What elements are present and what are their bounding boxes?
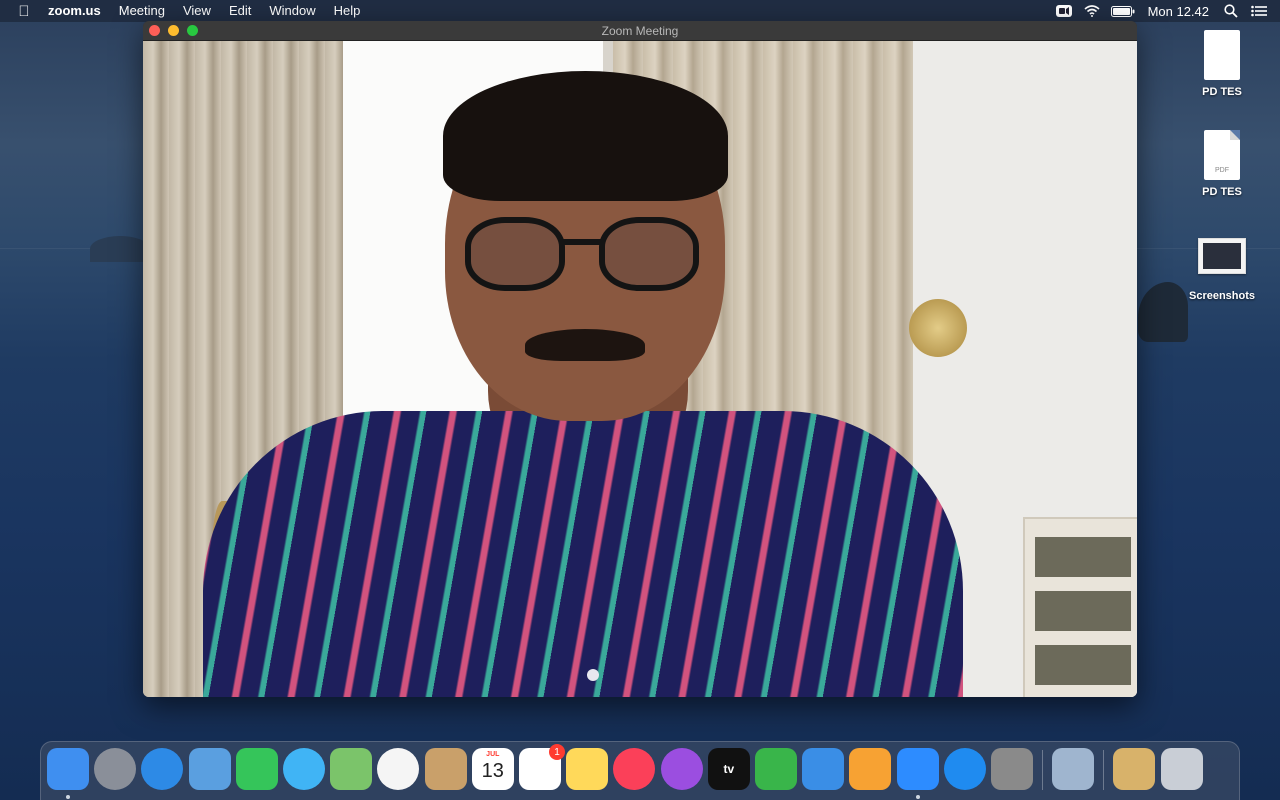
- dock-maps-icon[interactable]: [330, 748, 373, 790]
- desktop-folder-screenshots[interactable]: Screenshots: [1182, 238, 1262, 302]
- menu-bar:  zoom.us Meeting View Edit Window Help …: [0, 0, 1280, 22]
- dock-podcasts-icon[interactable]: [660, 748, 703, 790]
- menu-clock[interactable]: Mon 12.42: [1140, 4, 1217, 19]
- window-title: Zoom Meeting: [601, 23, 679, 38]
- screenshots-folder-icon: [1198, 238, 1246, 274]
- fullscreen-window-button[interactable]: [187, 25, 198, 36]
- zoom-meeting-window[interactable]: Zoom Meeting: [143, 21, 1137, 697]
- dock-keynote-icon[interactable]: [802, 748, 845, 790]
- notification-badge: 1: [549, 744, 565, 760]
- dock-safari-icon[interactable]: [141, 748, 184, 790]
- desktop-folder-label: Screenshots: [1188, 290, 1256, 302]
- menu-help[interactable]: Help: [325, 0, 370, 22]
- dock: JUL 13 1 tv: [40, 741, 1240, 800]
- video-cabinet: [1023, 517, 1137, 697]
- dock-photos-icon[interactable]: [377, 748, 420, 790]
- minimize-window-button[interactable]: [168, 25, 179, 36]
- dock-trash-icon[interactable]: [1160, 748, 1203, 790]
- close-window-button[interactable]: [149, 25, 160, 36]
- dock-zoom-icon[interactable]: [896, 748, 939, 790]
- running-indicator: [915, 795, 920, 799]
- dock-calendar-icon[interactable]: JUL 13: [471, 748, 514, 790]
- calendar-month: JUL: [486, 751, 500, 758]
- desktop-file-label: PD TES: [1202, 186, 1242, 198]
- dock-launchpad-icon[interactable]: [94, 748, 137, 790]
- video-curtain-knob: [909, 299, 967, 357]
- video-person-shirt: [203, 411, 963, 697]
- dock-finder-icon[interactable]: [47, 748, 89, 790]
- battery-icon[interactable]: [1109, 0, 1137, 22]
- dock-mail-icon[interactable]: [188, 748, 231, 790]
- document-icon: [1204, 30, 1240, 80]
- pdf-tag: PDF: [1215, 167, 1229, 174]
- menu-app-name[interactable]: zoom.us: [48, 0, 110, 22]
- dock-app-store-icon[interactable]: [943, 748, 986, 790]
- window-titlebar[interactable]: Zoom Meeting: [143, 21, 1137, 41]
- apple-menu-icon[interactable]: : [0, 3, 48, 20]
- search-icon[interactable]: [1220, 0, 1242, 22]
- desktop-file-label: PD TES: [1202, 86, 1242, 98]
- running-indicator: [66, 795, 70, 799]
- video-shirt-button: [587, 669, 599, 681]
- zoom-status-icon[interactable]: [1053, 0, 1075, 22]
- dock-messages-icon[interactable]: [283, 748, 325, 790]
- dock-separator: [1042, 750, 1044, 790]
- menu-meeting[interactable]: Meeting: [110, 0, 174, 22]
- dock-numbers-icon[interactable]: [755, 748, 797, 790]
- desktop-file-pd-tes-pdf[interactable]: PDF PD TES: [1182, 130, 1262, 198]
- desktop-file-pd-tes-doc[interactable]: PD TES: [1182, 30, 1262, 98]
- dock-notes-icon[interactable]: [566, 748, 609, 790]
- apple-tv-label: tv: [723, 762, 735, 776]
- wifi-icon[interactable]: [1081, 0, 1103, 22]
- pdf-file-icon: PDF: [1204, 130, 1240, 180]
- dock-facetime-icon[interactable]: [235, 748, 278, 790]
- video-person-glasses: [465, 217, 701, 295]
- dock-preview-icon[interactable]: [1052, 748, 1095, 790]
- menu-window[interactable]: Window: [260, 0, 324, 22]
- menu-status-area: Mon 12.42: [1050, 0, 1280, 22]
- dock-music-icon[interactable]: [613, 748, 656, 790]
- dock-apple-tv-icon[interactable]: tv: [707, 748, 750, 790]
- dock-archive-utility-icon[interactable]: [1113, 748, 1156, 790]
- menu-view[interactable]: View: [174, 0, 220, 22]
- dock-system-preferences-icon[interactable]: [991, 748, 1033, 790]
- desktop-hill-left: [90, 236, 150, 262]
- calendar-day: 13: [481, 760, 504, 782]
- dock-reminders-icon[interactable]: 1: [519, 744, 565, 790]
- dock-contacts-icon[interactable]: [424, 748, 467, 790]
- desktop-rock-right: [1138, 282, 1188, 342]
- dock-pages-icon[interactable]: [849, 748, 892, 790]
- video-person-hair: [443, 71, 728, 201]
- participant-video[interactable]: [143, 41, 1137, 697]
- menu-edit[interactable]: Edit: [220, 0, 260, 22]
- video-person-mustache: [525, 329, 645, 361]
- dock-separator: [1103, 750, 1105, 790]
- window-controls: [149, 25, 198, 36]
- control-center-icon[interactable]: [1248, 0, 1270, 22]
